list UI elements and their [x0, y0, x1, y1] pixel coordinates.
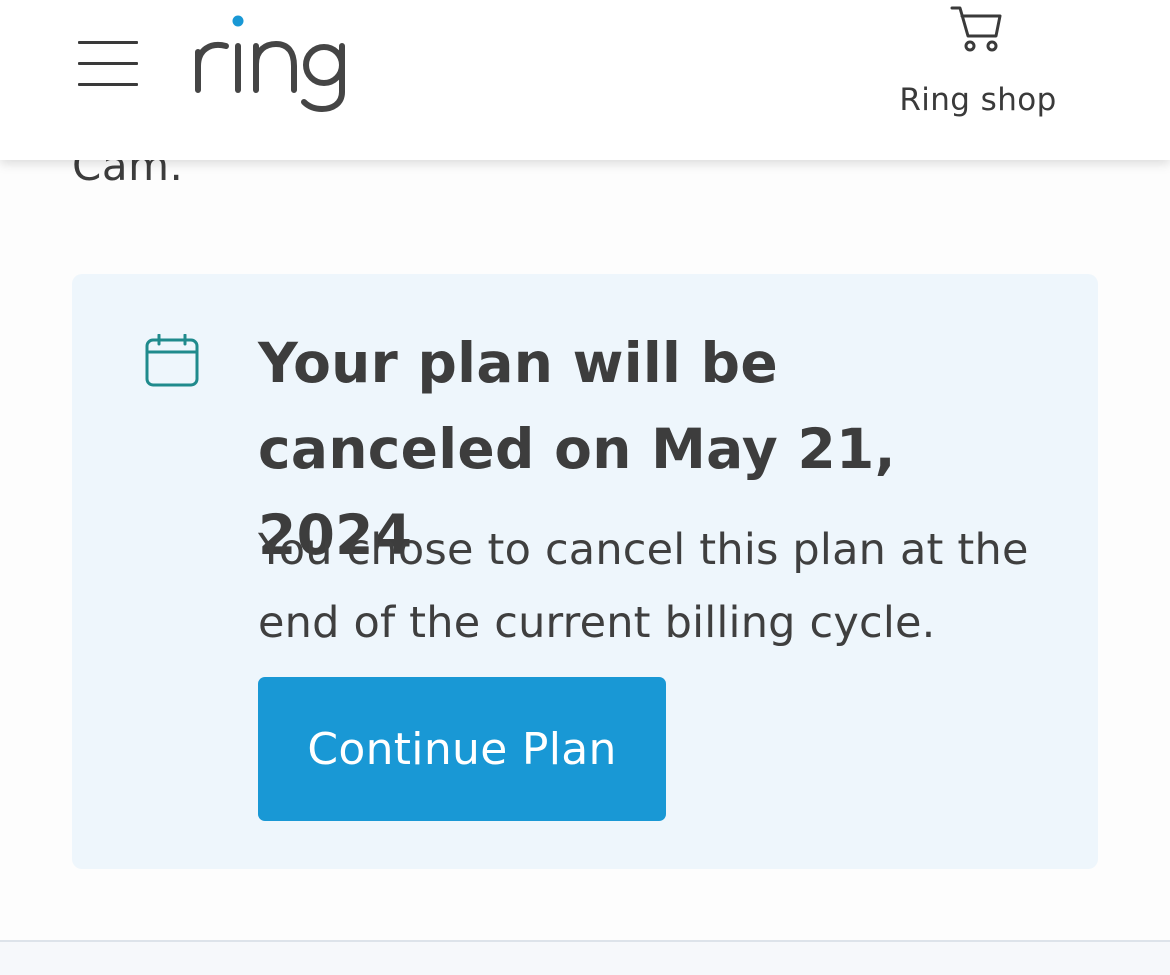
calendar-icon: [145, 334, 199, 387]
subscription-page: Cam. ring: [0, 0, 1170, 975]
continue-plan-button[interactable]: Continue Plan: [258, 677, 666, 821]
notice-description: You chose to cancel this plan at the end…: [258, 525, 1029, 648]
plan-cancellation-notice: Your plan will be canceled on May 21, 20…: [72, 274, 1098, 869]
ring-logo-wordmark: ring: [195, 15, 345, 113]
shopping-cart-icon: [950, 6, 1002, 52]
top-navigation-bar: ring Ring shop: [0, 0, 1170, 160]
ring-shop-link[interactable]: Ring shop: [890, 0, 1066, 140]
menu-button[interactable]: [72, 32, 144, 96]
ring-shop-label: Ring shop: [899, 82, 1057, 118]
next-section-strip: [0, 942, 1170, 975]
ring-logo[interactable]: ring: [190, 12, 355, 122]
